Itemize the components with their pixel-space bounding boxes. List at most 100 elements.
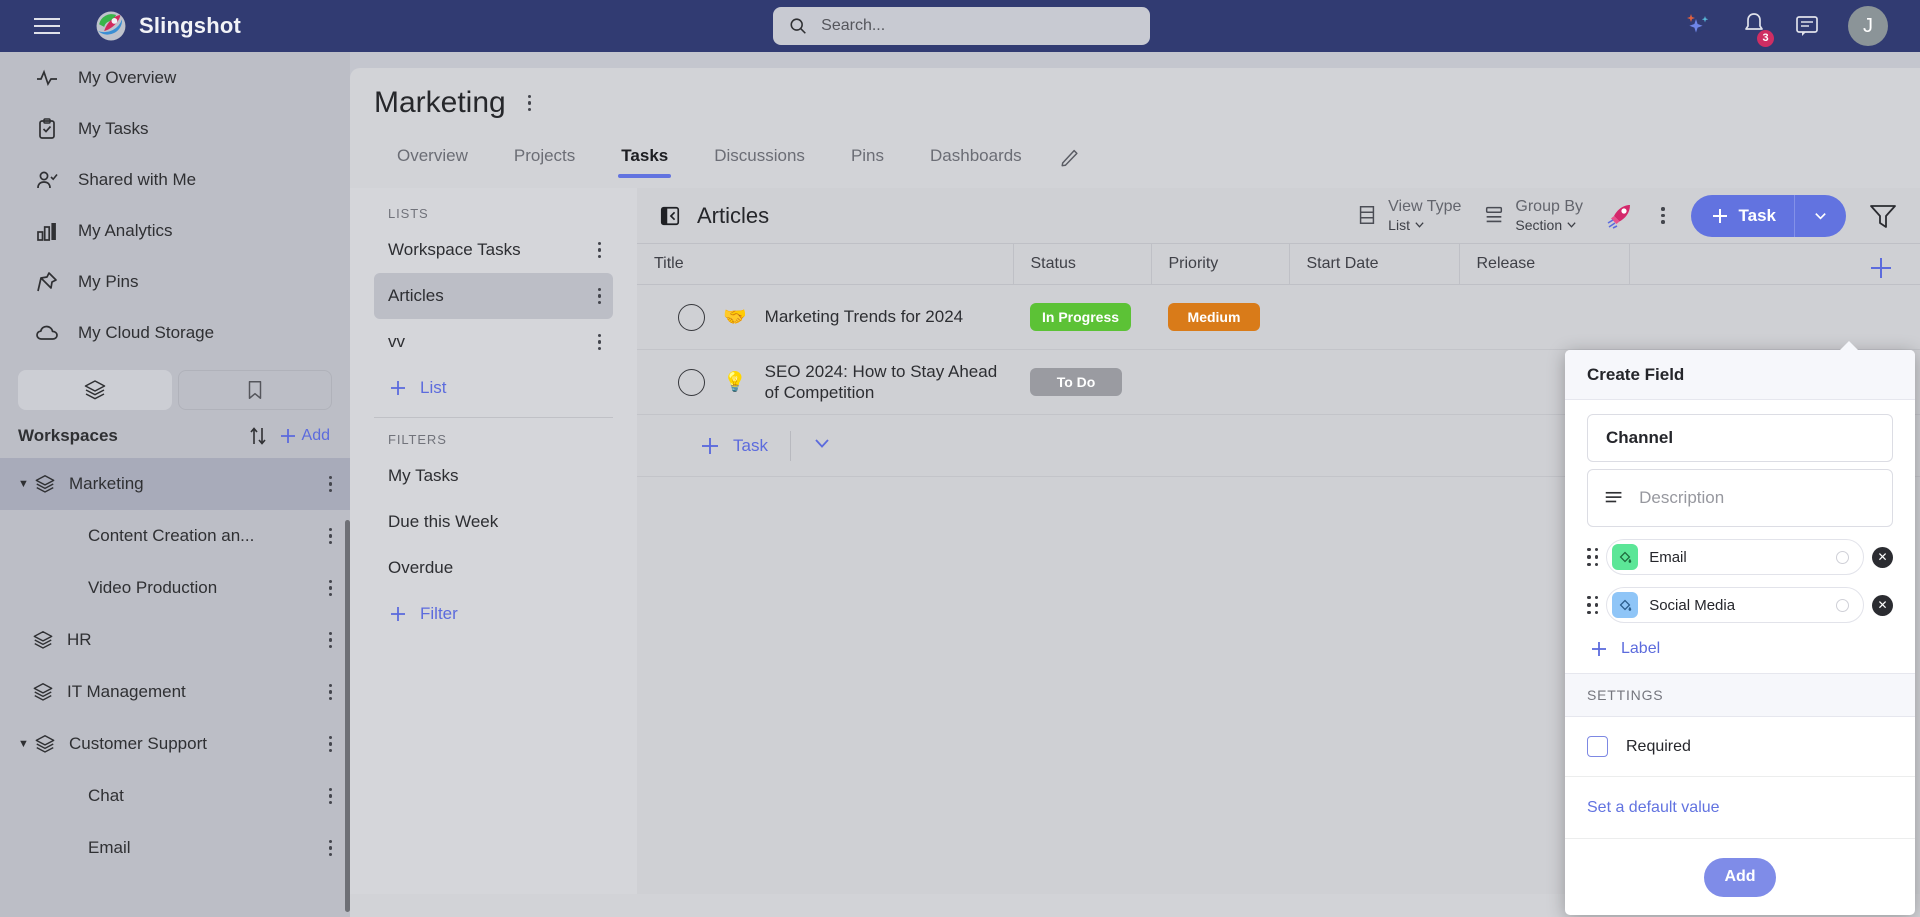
workspace-row-customer-support[interactable]: ▼ Customer Support	[0, 718, 350, 770]
kebab-menu-icon[interactable]	[325, 680, 337, 705]
task-complete-radio[interactable]	[678, 368, 705, 396]
sparkles-icon[interactable]	[1684, 13, 1714, 39]
add-workspace-button[interactable]: Add	[278, 426, 330, 446]
required-checkbox[interactable]	[1587, 736, 1608, 757]
kebab-menu-icon[interactable]	[325, 784, 337, 809]
field-description-row[interactable]	[1587, 469, 1893, 527]
page-kebab-menu-icon[interactable]	[524, 91, 536, 116]
add-task-button[interactable]: Task	[1690, 194, 1846, 237]
drag-handle-icon[interactable]	[1587, 595, 1599, 615]
table-row[interactable]: 🤝 Marketing Trends for 2024 In Progress …	[637, 284, 1920, 350]
workspace-row-email[interactable]: Email	[0, 822, 350, 874]
cell-start-date[interactable]	[1289, 349, 1459, 415]
column-header-start-date[interactable]: Start Date	[1289, 243, 1460, 285]
cell-start-date[interactable]	[1289, 284, 1459, 350]
field-description-input[interactable]	[1639, 488, 1876, 508]
cell-priority[interactable]	[1151, 349, 1289, 415]
field-name-input[interactable]	[1587, 414, 1893, 462]
add-list-button[interactable]: List	[374, 365, 613, 411]
sidebar-item-my-overview[interactable]: My Overview	[0, 52, 350, 103]
cell-status[interactable]: To Do	[1013, 349, 1151, 415]
table-add-task-button[interactable]: Task	[699, 435, 790, 457]
table-add-task-dropdown[interactable]	[791, 434, 853, 457]
kebab-menu-icon[interactable]	[325, 628, 337, 653]
workspace-row-hr[interactable]: HR	[0, 614, 350, 666]
toggle-bookmarks-button[interactable]	[178, 370, 332, 410]
funnel-icon[interactable]	[1868, 202, 1898, 230]
column-header-title[interactable]: Title	[637, 243, 1014, 285]
search-box[interactable]	[773, 7, 1150, 45]
pencil-icon[interactable]	[1059, 146, 1081, 168]
filter-item-my-tasks[interactable]: My Tasks	[374, 453, 613, 499]
kebab-menu-icon[interactable]	[325, 576, 337, 601]
cell-priority[interactable]: Medium	[1151, 284, 1289, 350]
kebab-menu-icon[interactable]	[325, 524, 337, 549]
kebab-menu-icon[interactable]	[594, 330, 606, 355]
avatar[interactable]: J	[1848, 6, 1888, 46]
tab-dashboards[interactable]: Dashboards	[907, 136, 1045, 178]
collapse-panel-icon[interactable]	[659, 205, 681, 227]
task-complete-radio[interactable]	[678, 303, 705, 331]
tab-discussions[interactable]: Discussions	[691, 136, 828, 178]
paint-bucket-icon[interactable]	[1612, 544, 1639, 570]
sidebar-item-my-analytics[interactable]: My Analytics	[0, 205, 350, 256]
layers-icon	[31, 681, 55, 703]
tab-projects[interactable]: Projects	[491, 136, 598, 178]
workspace-row-content-creation[interactable]: Content Creation an...	[0, 510, 350, 562]
filter-item-overdue[interactable]: Overdue	[374, 545, 613, 591]
option-pill[interactable]: Social Media	[1606, 587, 1864, 623]
toggle-workspaces-button[interactable]	[18, 370, 172, 410]
sidebar-item-my-tasks[interactable]: My Tasks	[0, 103, 350, 154]
column-header-priority[interactable]: Priority	[1151, 243, 1290, 285]
chat-icon[interactable]	[1794, 14, 1820, 38]
delete-option-icon[interactable]: ✕	[1872, 546, 1893, 568]
option-pill[interactable]: Email	[1606, 539, 1864, 575]
chevron-down-icon[interactable]: ▼	[18, 478, 31, 490]
filter-item-due-this-week[interactable]: Due this Week	[374, 499, 613, 545]
view-type-control[interactable]: View Type List	[1356, 198, 1461, 233]
workspace-row-marketing[interactable]: ▼ Marketing	[0, 458, 350, 510]
hamburger-icon[interactable]	[34, 18, 60, 34]
list-item-articles[interactable]: Articles	[374, 273, 613, 319]
set-default-value-link[interactable]: Set a default value	[1565, 777, 1915, 839]
list-item-workspace-tasks[interactable]: Workspace Tasks	[374, 227, 613, 273]
paint-bucket-icon[interactable]	[1612, 592, 1639, 618]
kebab-menu-icon[interactable]	[325, 732, 337, 757]
cell-status[interactable]: In Progress	[1013, 284, 1151, 350]
tab-tasks[interactable]: Tasks	[598, 136, 691, 178]
sort-arrows-icon[interactable]	[246, 424, 270, 448]
group-by-control[interactable]: Group By Section	[1483, 198, 1583, 233]
kebab-menu-icon[interactable]	[594, 284, 606, 309]
sidebar-item-shared-with-me[interactable]: Shared with Me	[0, 154, 350, 205]
kebab-menu-icon[interactable]	[594, 238, 606, 263]
sidebar-item-my-cloud-storage[interactable]: My Cloud Storage	[0, 307, 350, 358]
option-color-circle[interactable]	[1836, 598, 1849, 612]
drag-handle-icon[interactable]	[1587, 547, 1599, 567]
rocket-icon[interactable]	[1605, 201, 1635, 231]
column-header-status[interactable]: Status	[1013, 243, 1152, 285]
cell-release[interactable]	[1459, 284, 1629, 350]
workspace-label: Email	[88, 838, 131, 857]
add-column-button[interactable]	[1868, 255, 1894, 286]
chevron-down-icon[interactable]: ▼	[18, 738, 31, 750]
list-item-vv[interactable]: vv	[374, 319, 613, 365]
sidebar-item-my-pins[interactable]: My Pins	[0, 256, 350, 307]
brand[interactable]: Slingshot	[94, 9, 241, 43]
kebab-menu-icon[interactable]	[325, 472, 337, 497]
tab-pins[interactable]: Pins	[828, 136, 907, 178]
add-task-dropdown-button[interactable]	[1795, 208, 1846, 223]
add-filter-button[interactable]: Filter	[374, 591, 613, 637]
workspace-row-it-management[interactable]: IT Management	[0, 666, 350, 718]
column-header-release[interactable]: Release	[1459, 243, 1630, 285]
workspace-row-video-production[interactable]: Video Production	[0, 562, 350, 614]
table-kebab-menu-icon[interactable]	[1657, 203, 1669, 228]
delete-option-icon[interactable]: ✕	[1872, 594, 1893, 616]
search-input[interactable]	[821, 17, 1134, 35]
kebab-menu-icon[interactable]	[325, 836, 337, 861]
workspace-row-chat[interactable]: Chat	[0, 770, 350, 822]
notifications-button[interactable]: 3	[1742, 11, 1774, 47]
option-color-circle[interactable]	[1836, 550, 1849, 564]
tab-overview[interactable]: Overview	[374, 136, 491, 178]
add-field-button[interactable]: Add	[1704, 857, 1776, 897]
add-label-button[interactable]: Label	[1587, 623, 1893, 673]
